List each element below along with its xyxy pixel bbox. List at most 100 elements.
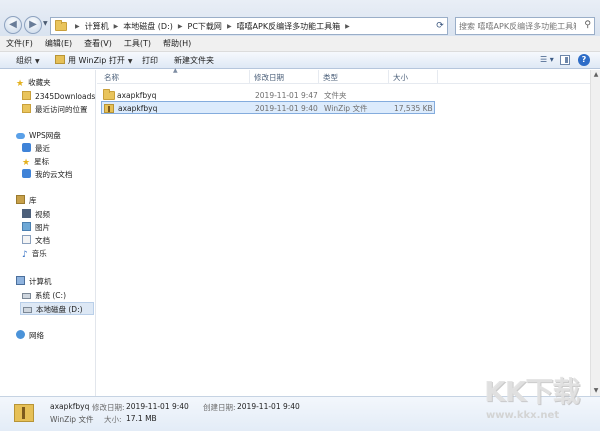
- document-icon: [22, 235, 31, 244]
- nav-item-videos[interactable]: 视频: [22, 208, 50, 221]
- nav-item-drive-d[interactable]: 本地磁盘 (D:): [20, 302, 94, 315]
- nav-item-starred[interactable]: ★ 星标: [22, 155, 49, 168]
- menu-file[interactable]: 文件(F): [0, 38, 39, 49]
- scroll-up-icon[interactable]: ▲: [591, 70, 600, 80]
- address-bar[interactable]: ▶ 计算机 ▶ 本地磁盘 (D:) ▶ PC下载网 ▶ 嘻嘻APK反编译多功能工…: [50, 17, 448, 35]
- folder-icon: [55, 19, 67, 31]
- nav-item-my-cloud-docs[interactable]: 我的云文档: [22, 168, 73, 181]
- refresh-icon[interactable]: ⟳: [433, 18, 447, 34]
- nav-item-documents[interactable]: 文档: [22, 234, 50, 247]
- file-size: 17,535 KB: [394, 104, 433, 113]
- column-header: 名称 ▲ 修改日期 类型 大小: [97, 67, 590, 84]
- details-size-value: 17.1 MB: [126, 414, 157, 423]
- details-size-label: 大小:: [104, 415, 122, 424]
- nav-label: 网络: [29, 331, 44, 340]
- chevron-right-icon[interactable]: ▶: [178, 23, 183, 30]
- star-icon: ★: [16, 79, 25, 89]
- nav-label: 系统 (C:): [35, 291, 66, 300]
- computer-icon: [16, 276, 25, 285]
- explorer-window: ◀ ▶ ▼ ▶ 计算机 ▶ 本地磁盘 (D:) ▶ PC下载网 ▶ 嘻嘻APK反…: [0, 0, 600, 431]
- column-divider[interactable]: [388, 70, 389, 84]
- file-type: WinZip 文件: [324, 104, 368, 113]
- recent-pages-dropdown[interactable]: ▼: [43, 20, 48, 27]
- nav-label: WPS网盘: [29, 131, 61, 140]
- search-icon[interactable]: ⚲: [584, 20, 591, 30]
- folder-icon: [103, 89, 115, 100]
- column-divider[interactable]: [437, 70, 438, 84]
- chevron-right-icon[interactable]: ▶: [227, 23, 232, 30]
- nav-label: 最近: [35, 144, 50, 153]
- folder-icon: [22, 91, 31, 100]
- chevron-right-icon[interactable]: ▶: [345, 23, 350, 30]
- nav-favorites[interactable]: ★ 收藏夹: [16, 76, 51, 89]
- breadcrumb-pc-download[interactable]: PC下载网: [188, 21, 222, 32]
- help-icon[interactable]: ?: [578, 54, 590, 66]
- nav-item-music[interactable]: ♪ 音乐: [22, 247, 47, 260]
- column-name[interactable]: 名称: [104, 72, 119, 83]
- nav-libraries[interactable]: 库: [16, 194, 37, 207]
- music-icon: ♪: [22, 250, 28, 260]
- nav-label: 2345Downloads: [35, 92, 96, 101]
- nav-label: 库: [29, 196, 37, 205]
- column-size[interactable]: 大小: [393, 72, 408, 83]
- search-box[interactable]: ⚲: [455, 17, 595, 35]
- file-list: 名称 ▲ 修改日期 类型 大小 axapkfbyq 2019-11-01 9:4…: [97, 67, 590, 396]
- column-divider[interactable]: [318, 70, 319, 84]
- recent-places-icon: [22, 104, 31, 113]
- nav-item-2345downloads[interactable]: 2345Downloads: [22, 90, 95, 103]
- organize-button[interactable]: 组织 ▼: [16, 54, 40, 67]
- nav-computer[interactable]: 计算机: [16, 275, 52, 288]
- back-button[interactable]: ◀: [4, 16, 22, 34]
- print-button[interactable]: 打印: [142, 54, 158, 67]
- chevron-right-icon[interactable]: ▶: [114, 23, 119, 30]
- open-with-label: 用 WinZip 打开: [68, 56, 125, 65]
- drive-icon: [23, 307, 32, 313]
- menu-tools[interactable]: 工具(T): [118, 38, 157, 49]
- open-with-winzip-button[interactable]: 用 WinZip 打开 ▼: [55, 54, 133, 67]
- nav-label: 视频: [35, 210, 50, 219]
- nav-label: 收藏夹: [28, 78, 51, 87]
- nav-wps-cloud[interactable]: WPS网盘: [16, 129, 61, 142]
- nav-item-drive-c[interactable]: 系统 (C:): [22, 289, 66, 302]
- search-input[interactable]: [456, 18, 576, 34]
- details-modified-value: 2019-11-01 9:40: [126, 402, 189, 411]
- details-created-value: 2019-11-01 9:40: [237, 402, 300, 411]
- clock-icon: [22, 143, 31, 152]
- nav-label: 计算机: [29, 277, 52, 286]
- details-created-label: 创建日期:: [203, 403, 236, 412]
- chevron-down-icon: ▼: [127, 58, 133, 65]
- network-icon: [16, 330, 25, 339]
- details-modified-label: 修改日期:: [92, 403, 125, 412]
- winzip-icon: [14, 404, 34, 422]
- vertical-scrollbar[interactable]: ▲ ▼: [590, 70, 600, 396]
- command-bar: 组织 ▼ 用 WinZip 打开 ▼ 打印 新建文件夹 ☰ ▾ ?: [0, 52, 600, 69]
- picture-icon: [22, 222, 31, 231]
- nav-label: 最近访问的位置: [35, 105, 88, 114]
- column-type[interactable]: 类型: [323, 72, 338, 83]
- nav-item-recent-places[interactable]: 最近访问的位置: [22, 103, 88, 116]
- cloud-icon: [16, 133, 25, 139]
- scroll-down-icon[interactable]: ▼: [591, 386, 600, 396]
- view-options-icon[interactable]: ☰ ▾: [540, 55, 554, 64]
- menu-edit[interactable]: 编辑(E): [39, 38, 78, 49]
- column-date[interactable]: 修改日期: [254, 72, 284, 83]
- menu-help[interactable]: 帮助(H): [157, 38, 197, 49]
- sort-arrow-icon: ▲: [173, 67, 178, 74]
- column-divider[interactable]: [249, 70, 250, 84]
- breadcrumb-computer[interactable]: 计算机: [85, 21, 109, 32]
- forward-button[interactable]: ▶: [24, 16, 42, 34]
- details-pane: axapkfbyq WinZip 文件 修改日期: 2019-11-01 9:4…: [0, 396, 600, 431]
- organize-label: 组织: [16, 56, 32, 65]
- preview-pane-icon[interactable]: [560, 55, 570, 65]
- nav-item-recent[interactable]: 最近: [22, 142, 50, 155]
- menu-view[interactable]: 查看(V): [78, 38, 118, 49]
- nav-item-pictures[interactable]: 图片: [22, 221, 50, 234]
- file-row-zip[interactable]: axapkfbyq 2019-11-01 9:40 WinZip 文件 17,5…: [101, 101, 435, 114]
- new-folder-button[interactable]: 新建文件夹: [174, 54, 214, 67]
- nav-label: 文档: [35, 236, 50, 245]
- breadcrumb-toolbox[interactable]: 嘻嘻APK反编译多功能工具箱: [237, 21, 341, 32]
- details-file-type: WinZip 文件: [50, 415, 94, 424]
- library-icon: [16, 195, 25, 204]
- breadcrumb-drive-d[interactable]: 本地磁盘 (D:): [123, 21, 173, 32]
- nav-network[interactable]: 网络: [16, 329, 44, 342]
